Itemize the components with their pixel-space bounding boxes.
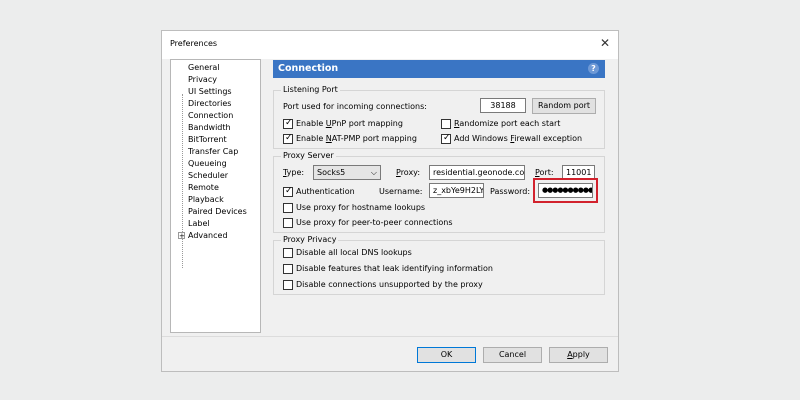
tree-item-general[interactable]: General: [188, 62, 220, 74]
authentication-checkbox[interactable]: ✓: [283, 186, 293, 197]
tree-item-bittorrent[interactable]: BitTorrent: [188, 134, 227, 146]
hostname-lookups-label: Use proxy for hostname lookups: [296, 203, 426, 212]
tree-item-privacy[interactable]: Privacy: [188, 74, 217, 86]
disable-leak-label: Disable features that leak identifying i…: [296, 264, 493, 273]
listening-port-group-label: Listening Port: [281, 85, 340, 94]
disable-unsupported-label: Disable connections unsupported by the p…: [296, 280, 483, 289]
tree-item-transfer-cap[interactable]: Transfer Cap: [188, 146, 238, 158]
random-port-button[interactable]: Random port: [532, 98, 596, 114]
hostname-lookups-checkbox[interactable]: [283, 203, 293, 213]
disable-dns-checkbox[interactable]: [283, 248, 293, 258]
firewall-checkbox[interactable]: ✓: [441, 133, 451, 144]
title-bar: Preferences ✕: [162, 31, 618, 59]
tree-item-advanced[interactable]: Advanced: [188, 230, 228, 242]
firewall-label: Add Windows Firewall exception: [454, 134, 583, 143]
tree-item-bandwidth[interactable]: Bandwidth: [188, 122, 231, 134]
window-title: Preferences: [170, 39, 218, 48]
username-label: Username:: [379, 187, 423, 196]
section-header: Connection ?: [273, 60, 605, 78]
incoming-port-label: Port used for incoming connections:: [283, 102, 427, 111]
expand-icon[interactable]: +: [178, 232, 185, 240]
tree-item-queueing[interactable]: Queueing: [188, 158, 227, 170]
proxy-privacy-group-label: Proxy Privacy: [281, 235, 339, 244]
apply-button[interactable]: Apply: [549, 347, 608, 363]
authentication-label: Authentication: [296, 187, 355, 196]
ok-button[interactable]: OK: [417, 347, 476, 363]
upnp-checkbox[interactable]: ✓: [283, 118, 293, 129]
tree-connector: [182, 94, 183, 268]
listening-port-group: Listening Port Port used for incoming co…: [273, 85, 605, 149]
peer-to-peer-checkbox[interactable]: [283, 218, 293, 228]
tree-item-directories[interactable]: Directories: [188, 98, 231, 110]
tree-item-scheduler[interactable]: Scheduler: [188, 170, 228, 182]
check-icon: ✓: [285, 186, 293, 196]
check-icon: ✓: [443, 133, 451, 143]
password-highlight-box: [533, 178, 598, 203]
password-label: Password:: [490, 187, 531, 196]
dialog-button-bar: OK Cancel Apply: [162, 336, 618, 373]
settings-tree: General Privacy UI Settings Directories …: [170, 59, 261, 333]
proxy-server-group-label: Proxy Server: [281, 151, 336, 160]
cancel-button[interactable]: Cancel: [483, 347, 542, 363]
tree-item-connection[interactable]: Connection: [188, 110, 233, 122]
natpmp-label: Enable NAT-PMP port mapping: [296, 134, 417, 143]
randomize-port-label: Randomize port each start: [454, 119, 561, 128]
tree-item-ui-settings[interactable]: UI Settings: [188, 86, 232, 98]
peer-to-peer-label: Use proxy for peer-to-peer connections: [296, 218, 453, 227]
randomize-port-checkbox[interactable]: [441, 119, 451, 129]
section-title: Connection: [278, 63, 339, 74]
disable-dns-label: Disable all local DNS lookups: [296, 248, 412, 257]
tree-item-remote[interactable]: Remote: [188, 182, 219, 194]
upnp-label: Enable UPnP port mapping: [296, 119, 403, 128]
proxy-server-group: Proxy Server Type: Socks5 ⌵ Proxy: reside…: [273, 151, 605, 233]
close-icon[interactable]: ✕: [600, 36, 610, 50]
proxy-host-input[interactable]: residential.geonode.com: [429, 165, 525, 180]
chevron-down-icon: ⌵: [370, 168, 377, 177]
disable-leak-checkbox[interactable]: [283, 264, 293, 274]
preferences-window: Preferences ✕ General Privacy UI Setting…: [161, 30, 619, 372]
check-icon: ✓: [285, 118, 293, 128]
check-icon: ✓: [285, 133, 293, 143]
proxy-type-label: Type:: [283, 168, 305, 177]
incoming-port-input[interactable]: 38188: [480, 98, 526, 113]
tree-item-paired-devices[interactable]: Paired Devices: [188, 206, 247, 218]
disable-unsupported-checkbox[interactable]: [283, 280, 293, 290]
proxy-port-label: Port:: [535, 168, 554, 177]
proxy-type-select[interactable]: Socks5 ⌵: [313, 165, 381, 180]
natpmp-checkbox[interactable]: ✓: [283, 133, 293, 144]
tree-item-playback[interactable]: Playback: [188, 194, 224, 206]
proxy-host-label: Proxy:: [396, 168, 421, 177]
proxy-privacy-group: Proxy Privacy Disable all local DNS look…: [273, 235, 605, 295]
help-icon[interactable]: ?: [588, 63, 599, 74]
tree-item-label[interactable]: Label: [188, 218, 210, 230]
username-input[interactable]: z_xbYe9H2LYr: [429, 183, 484, 198]
